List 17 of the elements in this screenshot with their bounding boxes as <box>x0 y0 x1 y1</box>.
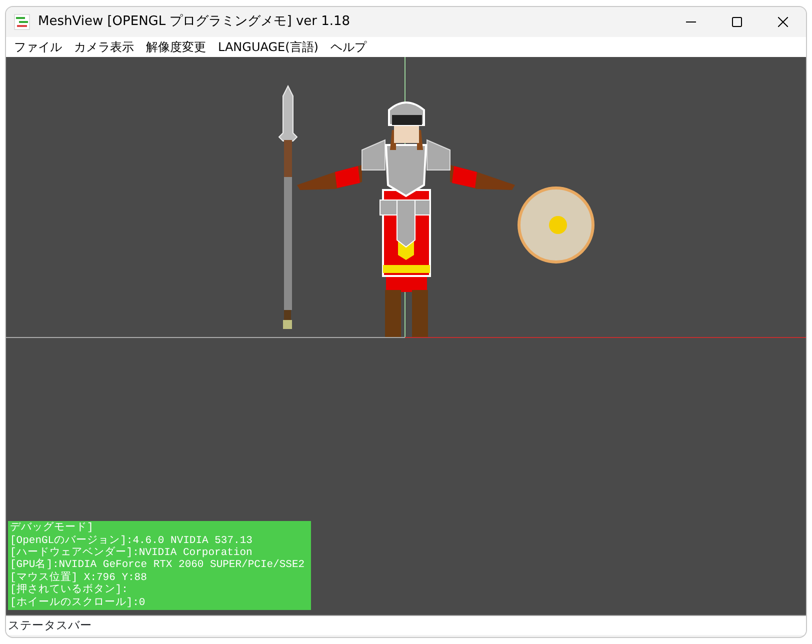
close-icon <box>778 17 788 27</box>
status-text: ステータスバー <box>8 616 92 634</box>
debug-line: [OpenGLのバージョン]:4.6.0 NVIDIA 537.13 <box>10 534 254 547</box>
menu-item[interactable]: 解像度変更 <box>140 38 212 56</box>
debug-line: [押されているボタン]: <box>10 584 129 597</box>
debug-line: [GPU名]:NVIDIA GeForce RTX 2060 SUPER/PCIe/SSE2 <box>10 559 305 572</box>
app-icon <box>14 14 30 30</box>
debug-line: デバッグモード] <box>10 522 94 535</box>
menu-item[interactable]: ヘルプ <box>324 38 372 56</box>
menu-item[interactable]: カメラ表示 <box>68 38 140 56</box>
debug-line: [ホイールのスクロール]:0 <box>10 596 146 609</box>
window-title: MeshView [OPENGL プログラミングメモ] ver 1.18 <box>38 13 350 32</box>
menu-item[interactable]: ファイル <box>8 38 68 56</box>
maximize-icon <box>732 17 742 27</box>
debug-line: [ハードウェアベンダー]:NVIDIA Corporation <box>10 546 254 559</box>
menu-item[interactable]: LANGUAGE(言語) <box>212 38 324 56</box>
debug-line: [マウス位置] X:796 Y:88 <box>10 572 148 584</box>
